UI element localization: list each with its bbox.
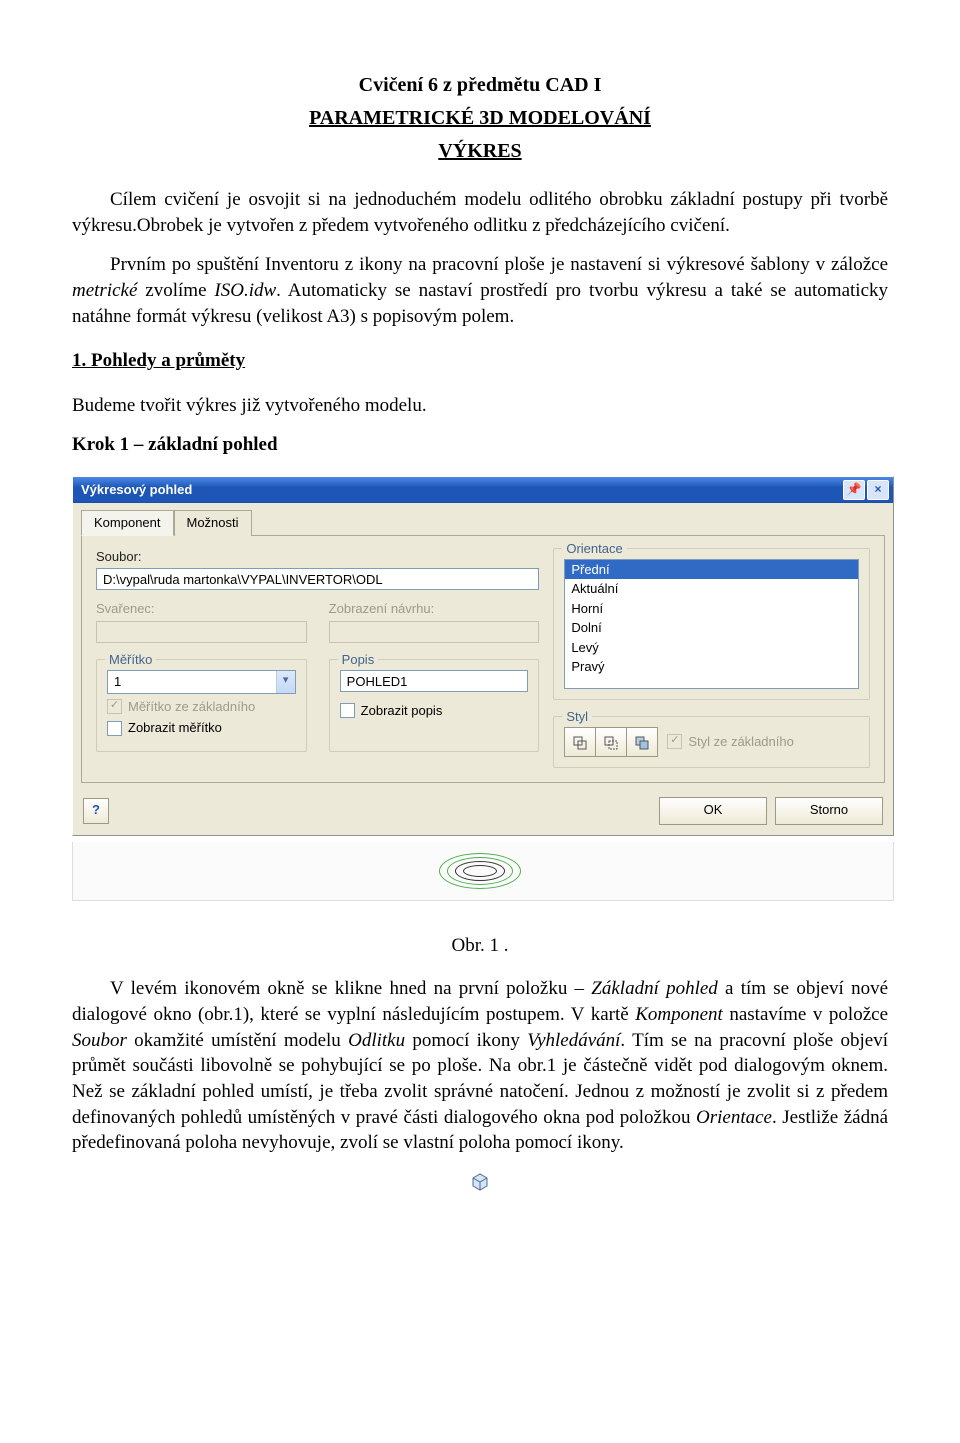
cb-styl-zakl: Styl ze základního bbox=[688, 733, 794, 751]
intro-para-1: Cílem cvičení je osvojit si na jednoduch… bbox=[72, 187, 888, 238]
orient-opt-pravy[interactable]: Pravý bbox=[565, 657, 858, 677]
figure-1-caption: Obr. 1 . bbox=[72, 933, 888, 959]
para-3: V levém ikonovém okně se klikne hned na … bbox=[72, 976, 888, 1155]
style-shaded-icon[interactable] bbox=[626, 727, 658, 757]
orient-opt-aktualni[interactable]: Aktuální bbox=[565, 579, 858, 599]
zobrazeni-input bbox=[329, 621, 540, 643]
popis-group: Popis POHLED1 Zobrazit popis bbox=[329, 659, 540, 752]
section-1-head: 1. Pohledy a průměty bbox=[72, 348, 888, 374]
dialog-tabs: Komponent Možnosti bbox=[73, 503, 893, 535]
soubor-label: Soubor: bbox=[96, 548, 539, 566]
soubor-input[interactable]: D:\vypal\ruda martonka\VYPAL\INVERTOR\OD… bbox=[96, 568, 539, 590]
meritko-legend: Měřítko bbox=[105, 651, 156, 669]
dialog-title: Výkresový pohled bbox=[81, 481, 192, 499]
orient-opt-levy[interactable]: Levý bbox=[565, 638, 858, 658]
orientace-legend: Orientace bbox=[562, 540, 626, 558]
doc-subtitle-2: VÝKRES bbox=[72, 138, 888, 165]
styl-legend: Styl bbox=[562, 708, 592, 726]
orient-opt-horni[interactable]: Horní bbox=[565, 599, 858, 619]
doc-subtitle: PARAMETRICKÉ 3D MODELOVÁNÍ bbox=[72, 105, 888, 132]
orientace-group: Orientace Přední Aktuální Horní Dolní Le… bbox=[553, 548, 870, 700]
dialog-titlebar[interactable]: Výkresový pohled 📌 × bbox=[73, 477, 893, 503]
svarenec-input bbox=[96, 621, 307, 643]
doc-title: Cvičení 6 z předmětu CAD I bbox=[72, 72, 888, 99]
style-hidden-on-icon[interactable] bbox=[595, 727, 627, 757]
canvas-preview bbox=[72, 842, 894, 901]
intro-para-2: Prvním po spuštění Inventoru z ikony na … bbox=[72, 252, 888, 329]
cb-meritko-zakl: Měřítko ze základního bbox=[128, 698, 255, 716]
section-1-body: Budeme tvořit výkres již vytvořeného mod… bbox=[72, 393, 888, 419]
close-icon[interactable]: × bbox=[867, 480, 889, 500]
ok-button[interactable]: OK bbox=[659, 797, 767, 825]
meritko-dropdown[interactable]: 1 ▾ bbox=[107, 670, 296, 694]
orient-opt-predni[interactable]: Přední bbox=[565, 560, 858, 580]
dialog-window: Výkresový pohled 📌 × Komponent Možnosti … bbox=[72, 476, 894, 836]
orientace-listbox[interactable]: Přední Aktuální Horní Dolní Levý Pravý bbox=[564, 559, 859, 689]
popis-input[interactable]: POHLED1 bbox=[340, 670, 529, 692]
step-1-head: Krok 1 – základní pohled bbox=[72, 432, 888, 458]
help-button[interactable]: ? bbox=[83, 798, 109, 824]
meritko-group: Měřítko 1 ▾ ✓Měřítko ze základního Zobra… bbox=[96, 659, 307, 752]
tab-moznosti[interactable]: Možnosti bbox=[174, 510, 252, 536]
cb-zobrazit-meritko[interactable]: Zobrazit měřítko bbox=[128, 719, 222, 737]
tab-komponent[interactable]: Komponent bbox=[81, 510, 174, 536]
style-hidden-off-icon[interactable] bbox=[564, 727, 596, 757]
cube-orientation-icon bbox=[469, 1170, 491, 1192]
popis-legend: Popis bbox=[338, 651, 379, 669]
pin-icon[interactable]: 📌 bbox=[843, 480, 865, 500]
meritko-value: 1 bbox=[108, 671, 276, 693]
svarenec-label: Svařenec: bbox=[96, 600, 307, 618]
styl-group: Styl ✓Styl bbox=[553, 716, 870, 768]
cb-zobrazit-popis[interactable]: Zobrazit popis bbox=[361, 702, 443, 720]
cancel-button[interactable]: Storno bbox=[775, 797, 883, 825]
zobrazeni-label: Zobrazení návrhu: bbox=[329, 600, 540, 618]
orient-opt-dolni[interactable]: Dolní bbox=[565, 618, 858, 638]
chevron-down-icon[interactable]: ▾ bbox=[276, 671, 295, 693]
